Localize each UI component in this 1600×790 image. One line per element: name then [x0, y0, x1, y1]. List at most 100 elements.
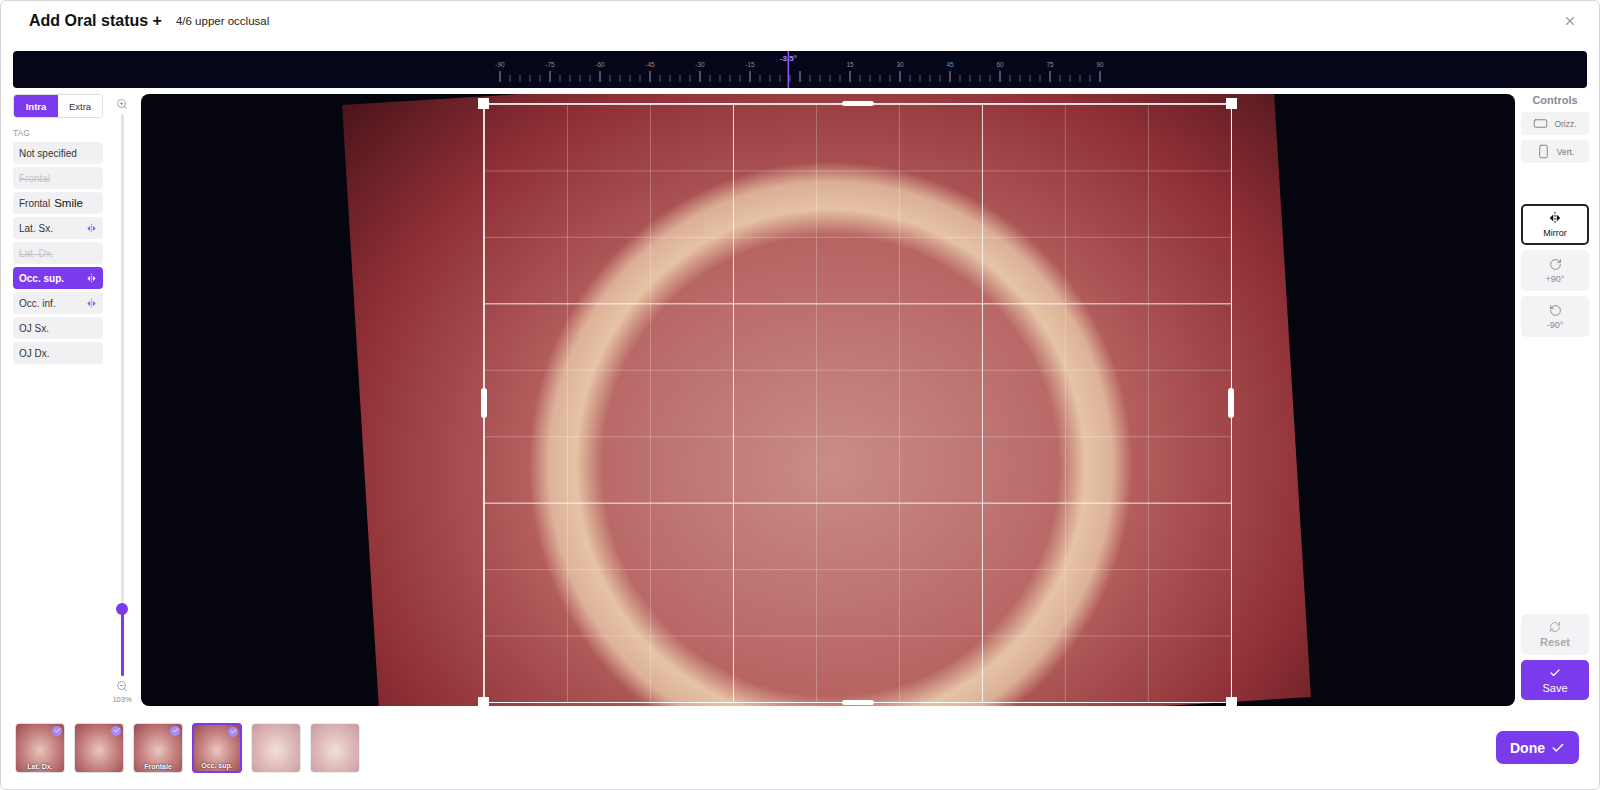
ruler-tick	[1090, 75, 1091, 82]
ruler-tick	[1040, 75, 1041, 82]
thumbnail[interactable]	[310, 723, 360, 773]
crop-handle[interactable]	[1226, 98, 1237, 109]
crop-edge-handle[interactable]	[1228, 388, 1234, 418]
mirror-icon	[86, 223, 97, 234]
thumbnail[interactable]	[251, 723, 301, 773]
orientation-button[interactable]: Orizz.	[1521, 112, 1589, 135]
tag-item[interactable]: Lat. Dx.	[13, 242, 103, 264]
ruler-tick	[590, 75, 591, 82]
mode-toggle: IntraExtra	[13, 94, 103, 118]
zoom-fill	[121, 609, 124, 676]
ruler-tick	[760, 75, 761, 82]
tag-sidebar: IntraExtra TAG Not specified Frontal Frontal…	[13, 94, 103, 706]
horizontal-rectangle-icon	[1533, 116, 1548, 131]
ruler-tick	[840, 75, 841, 82]
thumbnail-check	[52, 726, 62, 736]
ruler-tick	[520, 75, 521, 82]
ruler-tick	[950, 71, 951, 82]
ruler-tick	[720, 75, 721, 82]
save-label: Save	[1542, 682, 1567, 694]
ruler-tick	[900, 71, 901, 82]
ruler-label: 30	[896, 61, 904, 68]
crop-box[interactable]	[483, 103, 1232, 703]
ruler-label: 75	[1046, 61, 1054, 68]
thumbnail-check	[228, 727, 238, 737]
ruler-tick	[970, 75, 971, 82]
tag-label: Lat. Dx.	[19, 248, 97, 259]
transform-button[interactable]: +90°	[1521, 250, 1589, 291]
crop-edge-handle[interactable]	[842, 700, 874, 705]
crop-handle[interactable]	[478, 98, 489, 109]
done-button[interactable]: Done	[1496, 731, 1579, 764]
thumbnail[interactable]	[74, 723, 124, 773]
orientation-label: Orizz.	[1554, 119, 1576, 129]
tag-suffix: Smile	[54, 197, 83, 209]
tag-item[interactable]: OJ Sx.	[13, 317, 103, 339]
crop-edge-handle[interactable]	[842, 101, 874, 106]
thumbnail[interactable]: Frontale	[133, 723, 183, 773]
ruler-tick	[820, 75, 821, 82]
zoom-handle[interactable]	[116, 603, 128, 615]
zoom-track[interactable]	[121, 114, 124, 676]
zoom-out-icon[interactable]	[116, 680, 128, 692]
tag-item[interactable]: Frontal	[13, 167, 103, 189]
ruler-tick	[880, 75, 881, 82]
mode-toggle-option[interactable]: Intra	[14, 95, 58, 117]
tag-item[interactable]: OJ Dx.	[13, 342, 103, 364]
modal-header: Add Oral status +4/6 upper occlusal	[1, 1, 1599, 41]
rotate-cw-icon	[1549, 258, 1562, 271]
ruler-tick	[830, 75, 831, 82]
ruler-tick	[980, 75, 981, 82]
tag-item[interactable]: Occ. inf.	[13, 292, 103, 314]
done-label: Done	[1510, 740, 1545, 756]
ruler-tick	[890, 75, 891, 82]
thumbnail[interactable]: Lat. Dx.	[15, 723, 65, 773]
thumbnail-label: Occ. sup.	[201, 762, 233, 771]
tag-item[interactable]: Occ. sup.	[13, 267, 103, 289]
rotate-ccw-icon	[1549, 304, 1562, 317]
close-button[interactable]	[1561, 12, 1579, 30]
ruler-tick	[560, 75, 561, 82]
ruler-tick	[870, 75, 871, 82]
orientation-label: Vert.	[1557, 147, 1574, 157]
ruler-tick	[1080, 75, 1081, 82]
crop-handle[interactable]	[1226, 697, 1237, 706]
ruler-label: -45	[645, 61, 655, 68]
ruler-label: 90	[1096, 61, 1104, 68]
save-button[interactable]: Save	[1521, 660, 1589, 700]
thumbnail[interactable]: Occ. sup.	[192, 723, 242, 773]
rotation-ruler[interactable]: -90-75-60-45-30-15153045607590-3.5°	[480, 51, 1120, 88]
orientation-button[interactable]: Vert.	[1521, 140, 1589, 163]
ruler-label: 15	[846, 61, 854, 68]
ruler-tick	[610, 75, 611, 82]
tag-section-title: TAG	[13, 128, 103, 138]
ruler-tick	[1010, 75, 1011, 82]
tag-item[interactable]: Not specified	[13, 142, 103, 164]
ruler-tick	[750, 71, 751, 82]
ruler-bar: -90-75-60-45-30-15153045607590-3.5°	[13, 51, 1587, 88]
ruler-label: -75	[545, 61, 555, 68]
reset-icon	[1549, 621, 1561, 633]
transform-label: -90°	[1547, 320, 1564, 330]
ruler-tick	[1030, 75, 1031, 82]
crop-edge-handle[interactable]	[481, 388, 487, 418]
controls-title: Controls	[1521, 94, 1589, 106]
tag-label: OJ Sx.	[19, 323, 97, 334]
transform-button[interactable]: -90°	[1521, 296, 1589, 337]
ruler-tick	[500, 71, 501, 82]
check-icon	[113, 727, 120, 734]
mode-toggle-option[interactable]: Extra	[58, 95, 102, 117]
tag-item[interactable]: FrontalSmile	[13, 192, 103, 214]
transform-button[interactable]: Mirror	[1521, 204, 1589, 245]
ruler-tick	[780, 75, 781, 82]
ruler-reading: -3.5°	[780, 54, 797, 63]
tag-label: Frontal	[19, 173, 97, 184]
crop-handle[interactable]	[478, 697, 489, 706]
tag-item[interactable]: Lat. Sx.	[13, 217, 103, 239]
ruler-tick	[580, 75, 581, 82]
ruler-tick	[860, 75, 861, 82]
zoom-in-icon[interactable]	[116, 98, 128, 110]
reset-button[interactable]: Reset	[1521, 614, 1589, 655]
check-icon	[54, 727, 61, 734]
ruler-tick	[700, 71, 701, 82]
